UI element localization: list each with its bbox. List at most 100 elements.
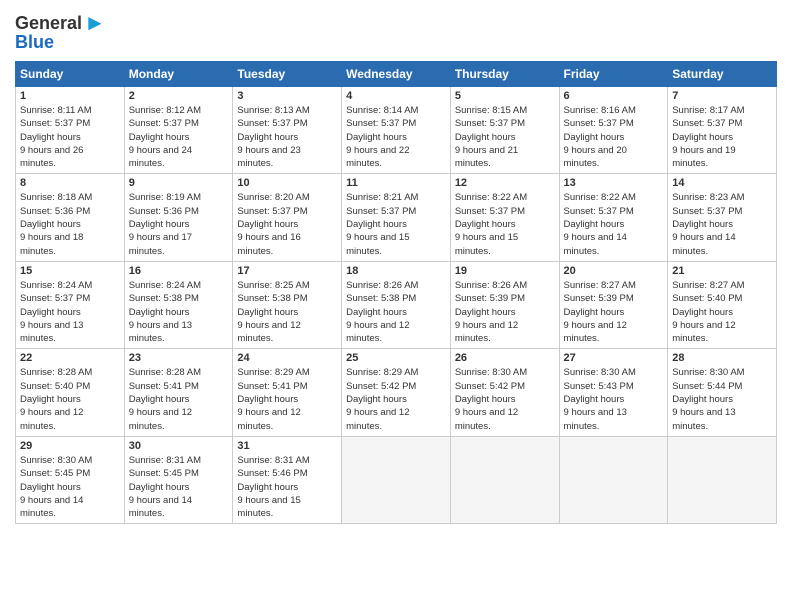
day-info: Sunrise: 8:26 AMSunset: 5:39 PMDaylight … [455, 279, 555, 345]
day-info: Sunrise: 8:28 AMSunset: 5:41 PMDaylight … [129, 366, 229, 432]
day-info: Sunrise: 8:27 AMSunset: 5:39 PMDaylight … [564, 279, 664, 345]
calendar-week-row: 22Sunrise: 8:28 AMSunset: 5:40 PMDayligh… [16, 349, 777, 436]
day-number: 30 [129, 440, 229, 452]
day-info: Sunrise: 8:11 AMSunset: 5:37 PMDaylight … [20, 104, 120, 170]
table-row: 13 Sunrise: 8:22 AMSunset: 5:37 PMDayligh… [559, 174, 668, 261]
table-row: 29Sunrise: 8:30 AMSunset: 5:45 PMDayligh… [16, 436, 125, 523]
day-info: Sunrise: 8:21 AMSunset: 5:37 PMDaylight … [346, 191, 446, 257]
table-row: 23 Sunrise: 8:28 AMSunset: 5:41 PMDayligh… [124, 349, 233, 436]
day-number: 19 [455, 265, 555, 277]
table-row: 8 Sunrise: 8:18 AMSunset: 5:36 PMDaylight… [16, 174, 125, 261]
table-row: 12 Sunrise: 8:22 AMSunset: 5:37 PMDayligh… [450, 174, 559, 261]
day-info: Sunrise: 8:16 AMSunset: 5:37 PMDaylight … [564, 104, 664, 170]
day-number: 3 [237, 90, 337, 102]
day-number: 23 [129, 352, 229, 364]
day-number: 13 [564, 177, 664, 189]
day-number: 17 [237, 265, 337, 277]
table-row: 10 Sunrise: 8:20 AMSunset: 5:37 PMDayligh… [233, 174, 342, 261]
day-number: 1 [20, 90, 120, 102]
calendar-table: SundayMondayTuesdayWednesdayThursdayFrid… [15, 61, 777, 524]
table-row [450, 436, 559, 523]
table-row: 31 Sunrise: 8:31 AMSunset: 5:46 PMDayligh… [233, 436, 342, 523]
day-number: 27 [564, 352, 664, 364]
calendar-header-friday: Friday [559, 62, 668, 87]
table-row: 11 Sunrise: 8:21 AMSunset: 5:37 PMDayligh… [342, 174, 451, 261]
day-number: 9 [129, 177, 229, 189]
day-info: Sunrise: 8:30 AMSunset: 5:44 PMDaylight … [672, 366, 772, 432]
day-number: 10 [237, 177, 337, 189]
table-row: 17 Sunrise: 8:25 AMSunset: 5:38 PMDayligh… [233, 261, 342, 348]
day-info: Sunrise: 8:24 AMSunset: 5:37 PMDaylight … [20, 279, 120, 345]
day-number: 15 [20, 265, 120, 277]
day-info: Sunrise: 8:25 AMSunset: 5:38 PMDaylight … [237, 279, 337, 345]
day-number: 24 [237, 352, 337, 364]
calendar-header-saturday: Saturday [668, 62, 777, 87]
table-row: 15 Sunrise: 8:24 AMSunset: 5:37 PMDayligh… [16, 261, 125, 348]
day-info: Sunrise: 8:29 AMSunset: 5:41 PMDaylight … [237, 366, 337, 432]
day-number: 2 [129, 90, 229, 102]
table-row: 19 Sunrise: 8:26 AMSunset: 5:39 PMDayligh… [450, 261, 559, 348]
logo-arrow-icon: ► [84, 10, 106, 36]
day-number: 21 [672, 265, 772, 277]
table-row [342, 436, 451, 523]
day-number: 11 [346, 177, 446, 189]
calendar-header-wednesday: Wednesday [342, 62, 451, 87]
day-info: Sunrise: 8:23 AMSunset: 5:37 PMDaylight … [672, 191, 772, 257]
table-row: 28Sunrise: 8:30 AMSunset: 5:44 PMDayligh… [668, 349, 777, 436]
table-row: 16 Sunrise: 8:24 AMSunset: 5:38 PMDayligh… [124, 261, 233, 348]
logo-blue: Blue [15, 32, 54, 53]
calendar-week-row: 1 Sunrise: 8:11 AMSunset: 5:37 PMDaylight… [16, 87, 777, 174]
table-row [668, 436, 777, 523]
day-info: Sunrise: 8:24 AMSunset: 5:38 PMDaylight … [129, 279, 229, 345]
table-row: 26Sunrise: 8:30 AMSunset: 5:42 PMDayligh… [450, 349, 559, 436]
day-info: Sunrise: 8:26 AMSunset: 5:38 PMDaylight … [346, 279, 446, 345]
table-row: 18 Sunrise: 8:26 AMSunset: 5:38 PMDayligh… [342, 261, 451, 348]
day-info: Sunrise: 8:12 AMSunset: 5:37 PMDaylight … [129, 104, 229, 170]
table-row: 27Sunrise: 8:30 AMSunset: 5:43 PMDayligh… [559, 349, 668, 436]
table-row: 21 Sunrise: 8:27 AMSunset: 5:40 PMDayligh… [668, 261, 777, 348]
day-info: Sunrise: 8:30 AMSunset: 5:42 PMDaylight … [455, 366, 555, 432]
day-info: Sunrise: 8:20 AMSunset: 5:37 PMDaylight … [237, 191, 337, 257]
day-info: Sunrise: 8:22 AMSunset: 5:37 PMDaylight … [564, 191, 664, 257]
table-row: 5Sunrise: 8:15 AMSunset: 5:37 PMDaylight… [450, 87, 559, 174]
day-number: 8 [20, 177, 120, 189]
table-row: 24 Sunrise: 8:29 AMSunset: 5:41 PMDayligh… [233, 349, 342, 436]
calendar-week-row: 29Sunrise: 8:30 AMSunset: 5:45 PMDayligh… [16, 436, 777, 523]
calendar-header-row: SundayMondayTuesdayWednesdayThursdayFrid… [16, 62, 777, 87]
day-number: 7 [672, 90, 772, 102]
calendar-header-sunday: Sunday [16, 62, 125, 87]
day-number: 20 [564, 265, 664, 277]
day-number: 16 [129, 265, 229, 277]
day-info: Sunrise: 8:22 AMSunset: 5:37 PMDaylight … [455, 191, 555, 257]
day-info: Sunrise: 8:31 AMSunset: 5:45 PMDaylight … [129, 454, 229, 520]
page-container: General ► Blue SundayMondayTuesdayWednes… [0, 0, 792, 534]
day-number: 29 [20, 440, 120, 452]
day-info: Sunrise: 8:14 AMSunset: 5:37 PMDaylight … [346, 104, 446, 170]
table-row: 25 Sunrise: 8:29 AMSunset: 5:42 PMDayligh… [342, 349, 451, 436]
day-info: Sunrise: 8:15 AMSunset: 5:37 PMDaylight … [455, 104, 555, 170]
table-row: 6Sunrise: 8:16 AMSunset: 5:37 PMDaylight… [559, 87, 668, 174]
day-number: 4 [346, 90, 446, 102]
logo: General ► Blue [15, 10, 106, 53]
table-row: 3 Sunrise: 8:13 AMSunset: 5:37 PMDaylight… [233, 87, 342, 174]
day-number: 31 [237, 440, 337, 452]
day-info: Sunrise: 8:27 AMSunset: 5:40 PMDaylight … [672, 279, 772, 345]
calendar-week-row: 15 Sunrise: 8:24 AMSunset: 5:37 PMDayligh… [16, 261, 777, 348]
table-row: 7 Sunrise: 8:17 AMSunset: 5:37 PMDaylight… [668, 87, 777, 174]
day-info: Sunrise: 8:13 AMSunset: 5:37 PMDaylight … [237, 104, 337, 170]
day-info: Sunrise: 8:19 AMSunset: 5:36 PMDaylight … [129, 191, 229, 257]
day-number: 14 [672, 177, 772, 189]
day-info: Sunrise: 8:18 AMSunset: 5:36 PMDaylight … [20, 191, 120, 257]
day-number: 12 [455, 177, 555, 189]
table-row: 30 Sunrise: 8:31 AMSunset: 5:45 PMDayligh… [124, 436, 233, 523]
day-number: 25 [346, 352, 446, 364]
calendar-header-monday: Monday [124, 62, 233, 87]
table-row [559, 436, 668, 523]
day-info: Sunrise: 8:28 AMSunset: 5:40 PMDaylight … [20, 366, 120, 432]
day-info: Sunrise: 8:17 AMSunset: 5:37 PMDaylight … [672, 104, 772, 170]
table-row: 2 Sunrise: 8:12 AMSunset: 5:37 PMDaylight… [124, 87, 233, 174]
day-number: 18 [346, 265, 446, 277]
day-info: Sunrise: 8:31 AMSunset: 5:46 PMDaylight … [237, 454, 337, 520]
logo-general: General [15, 13, 82, 34]
day-info: Sunrise: 8:29 AMSunset: 5:42 PMDaylight … [346, 366, 446, 432]
